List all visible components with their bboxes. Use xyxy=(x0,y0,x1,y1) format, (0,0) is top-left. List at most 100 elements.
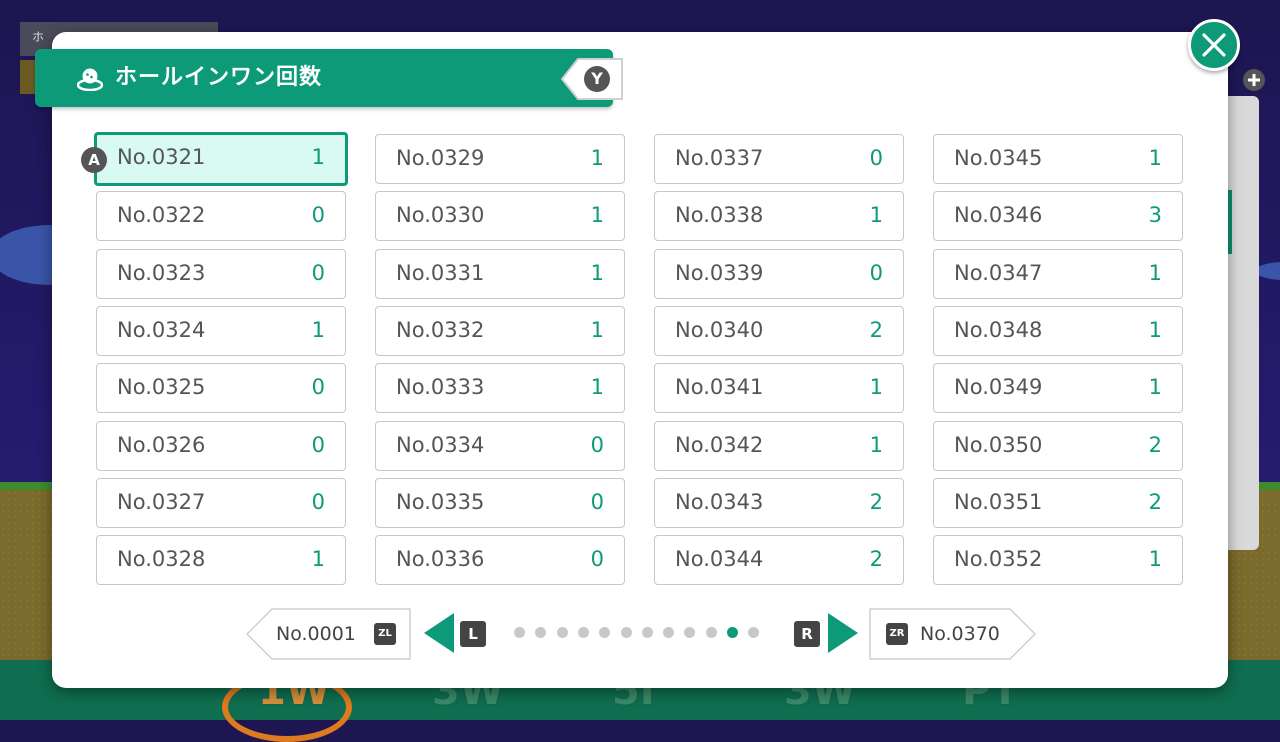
hole-cell[interactable]: No.0333 1 xyxy=(375,363,625,414)
hole-number: No.0342 xyxy=(675,432,764,457)
hole-cell[interactable]: No.0343 2 xyxy=(654,477,904,528)
hole-cell[interactable]: No.0351 2 xyxy=(933,477,1183,528)
zr-button-icon: ZR xyxy=(886,623,908,645)
hole-number: No.0349 xyxy=(954,375,1043,400)
hole-cell[interactable]: No.0342 1 xyxy=(654,420,904,471)
r-button-icon: R xyxy=(794,621,820,647)
hole-in-one-count: 1 xyxy=(590,260,604,285)
hole-grid: No.0321 1 No.0322 0 No.0323 0 No.0324 1 No.0325 0… xyxy=(94,132,1184,586)
page-dot xyxy=(663,627,675,638)
hole-number: No.0344 xyxy=(675,547,764,572)
hole-cell[interactable]: No.0345 1 xyxy=(933,134,1183,184)
hole-in-one-count: 0 xyxy=(590,432,604,457)
hole-in-one-count: 1 xyxy=(1148,547,1162,572)
hole-number: No.0335 xyxy=(396,489,485,514)
hole-number: No.0350 xyxy=(954,432,1043,457)
dialog-title-bar: ホールインワン回数 xyxy=(35,49,613,107)
hole-in-one-count: 0 xyxy=(869,146,883,170)
hole-number: No.0347 xyxy=(954,260,1043,285)
hole-number: No.0333 xyxy=(396,375,485,400)
hole-in-one-count: 1 xyxy=(590,375,604,400)
hole-number: No.0352 xyxy=(954,547,1043,572)
hole-number: No.0348 xyxy=(954,317,1043,342)
y-button-tab[interactable]: Y xyxy=(560,57,624,101)
arrow-left-icon[interactable] xyxy=(424,613,456,653)
hole-in-one-count: 0 xyxy=(311,432,325,457)
hole-cell[interactable]: No.0327 0 xyxy=(96,477,346,528)
hole-in-one-count: 0 xyxy=(311,203,325,228)
hole-in-one-count: 0 xyxy=(590,547,604,572)
hole-in-one-count: 1 xyxy=(590,203,604,228)
hole-number: No.0336 xyxy=(396,547,485,572)
hole-cell[interactable]: No.0329 1 xyxy=(375,134,625,184)
arrow-right-icon[interactable] xyxy=(826,613,858,653)
zl-button-icon: ZL xyxy=(374,623,396,645)
hole-cell[interactable]: No.0323 0 xyxy=(96,248,346,299)
hole-in-one-count: 0 xyxy=(590,489,604,514)
hole-cell[interactable]: No.0341 1 xyxy=(654,363,904,414)
hole-in-one-count: 1 xyxy=(1148,146,1162,170)
hole-cell[interactable]: No.0340 2 xyxy=(654,305,904,356)
hole-in-one-count: 1 xyxy=(311,145,325,169)
hole-number: No.0346 xyxy=(954,203,1043,228)
hole-cell[interactable]: No.0339 0 xyxy=(654,248,904,299)
hole-cell[interactable]: No.0336 0 xyxy=(375,535,625,586)
last-page-label: No.0370 xyxy=(920,623,1000,645)
hole-in-one-count: 2 xyxy=(869,547,883,572)
hole-cell[interactable]: No.0337 0 xyxy=(654,134,904,184)
hole-number: No.0330 xyxy=(396,203,485,228)
hole-cell[interactable]: No.0328 1 xyxy=(96,535,346,586)
hole-in-one-count: 1 xyxy=(1148,260,1162,285)
hole-number: No.0345 xyxy=(954,146,1043,170)
first-page-label: No.0001 xyxy=(276,623,356,645)
last-page-button[interactable]: ZR No.0370 xyxy=(868,608,1036,660)
hole-cell[interactable]: No.0347 1 xyxy=(933,248,1183,299)
hole-number: No.0340 xyxy=(675,317,764,342)
hole-in-one-count: 1 xyxy=(311,547,325,572)
hole-cell[interactable]: No.0349 1 xyxy=(933,363,1183,414)
hole-cell[interactable]: No.0350 2 xyxy=(933,420,1183,471)
hole-number: No.0329 xyxy=(396,146,485,170)
page-dot xyxy=(620,627,632,638)
hole-in-one-count: 1 xyxy=(869,432,883,457)
first-page-button[interactable]: No.0001 ZL xyxy=(246,608,412,660)
hole-cell[interactable]: No.0344 2 xyxy=(654,535,904,586)
hole-cell[interactable]: No.0321 1 xyxy=(94,132,348,186)
hole-number: No.0331 xyxy=(396,260,485,285)
page-dot xyxy=(748,627,760,638)
hole-cell[interactable]: No.0331 1 xyxy=(375,248,625,299)
hole-cell[interactable]: No.0324 1 xyxy=(96,305,346,356)
hole-cell[interactable]: No.0352 1 xyxy=(933,535,1183,586)
page-indicator xyxy=(514,627,766,639)
hole-in-one-count: 2 xyxy=(869,489,883,514)
page-dot xyxy=(641,627,653,638)
hole-cell[interactable]: No.0325 0 xyxy=(96,363,346,414)
hole-cell[interactable]: No.0332 1 xyxy=(375,305,625,356)
hole-in-one-count: 3 xyxy=(1148,203,1162,228)
close-button[interactable] xyxy=(1188,19,1240,71)
hole-cell[interactable]: No.0334 0 xyxy=(375,420,625,471)
zoom-plus-icon xyxy=(1243,69,1265,91)
l-button-icon: L xyxy=(460,621,486,647)
hole-in-one-count: 2 xyxy=(1148,432,1162,457)
page-dot xyxy=(556,627,568,638)
hole-number: No.0334 xyxy=(396,432,485,457)
hole-number: No.0323 xyxy=(117,260,206,285)
hole-cell[interactable]: No.0335 0 xyxy=(375,477,625,528)
hole-in-one-count: 0 xyxy=(869,260,883,285)
hole-in-one-count: 1 xyxy=(590,146,604,170)
hole-cell[interactable]: No.0348 1 xyxy=(933,305,1183,356)
hole-in-one-count: 0 xyxy=(311,489,325,514)
hole-cell[interactable]: No.0326 0 xyxy=(96,420,346,471)
hole-cell[interactable]: No.0322 0 xyxy=(96,191,346,242)
hole-number: No.0351 xyxy=(954,489,1043,514)
hole-number: No.0341 xyxy=(675,375,764,400)
hole-cell[interactable]: No.0338 1 xyxy=(654,191,904,242)
hole-number: No.0332 xyxy=(396,317,485,342)
hole-number: No.0324 xyxy=(117,317,206,342)
dialog-title: ホールインワン回数 xyxy=(115,65,323,90)
hole-cell[interactable]: No.0330 1 xyxy=(375,191,625,242)
golf-flag-hole-icon xyxy=(77,68,103,91)
hole-in-one-count: 0 xyxy=(311,260,325,285)
hole-cell[interactable]: No.0346 3 xyxy=(933,191,1183,242)
